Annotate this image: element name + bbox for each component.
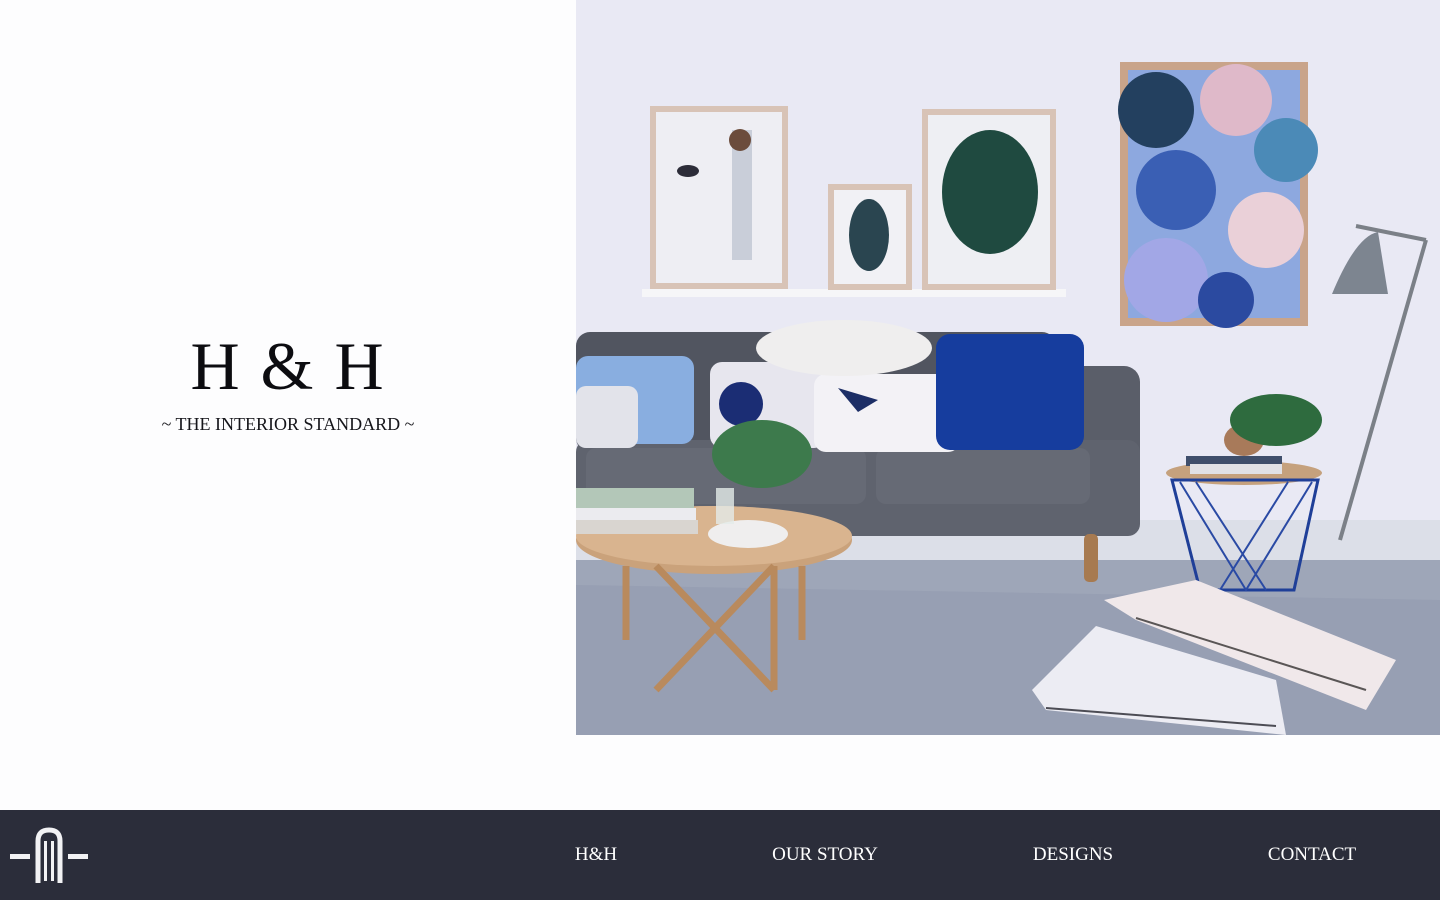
monogram-logo-icon[interactable] xyxy=(10,827,88,885)
hero-image xyxy=(576,0,1440,735)
nav-item-designs[interactable]: DESIGNS xyxy=(1033,843,1113,867)
brand-title: H & H xyxy=(190,328,386,404)
nav-item-our-story[interactable]: OUR STORY xyxy=(772,843,878,867)
brand-panel: H & H ~ THE INTERIOR STANDARD ~ xyxy=(0,0,576,735)
nav-item-hh[interactable]: H&H xyxy=(575,843,617,867)
bottom-navbar xyxy=(0,810,1440,900)
nav-item-contact[interactable]: CONTACT xyxy=(1268,843,1356,867)
brand-tagline: ~ THE INTERIOR STANDARD ~ xyxy=(161,414,415,434)
